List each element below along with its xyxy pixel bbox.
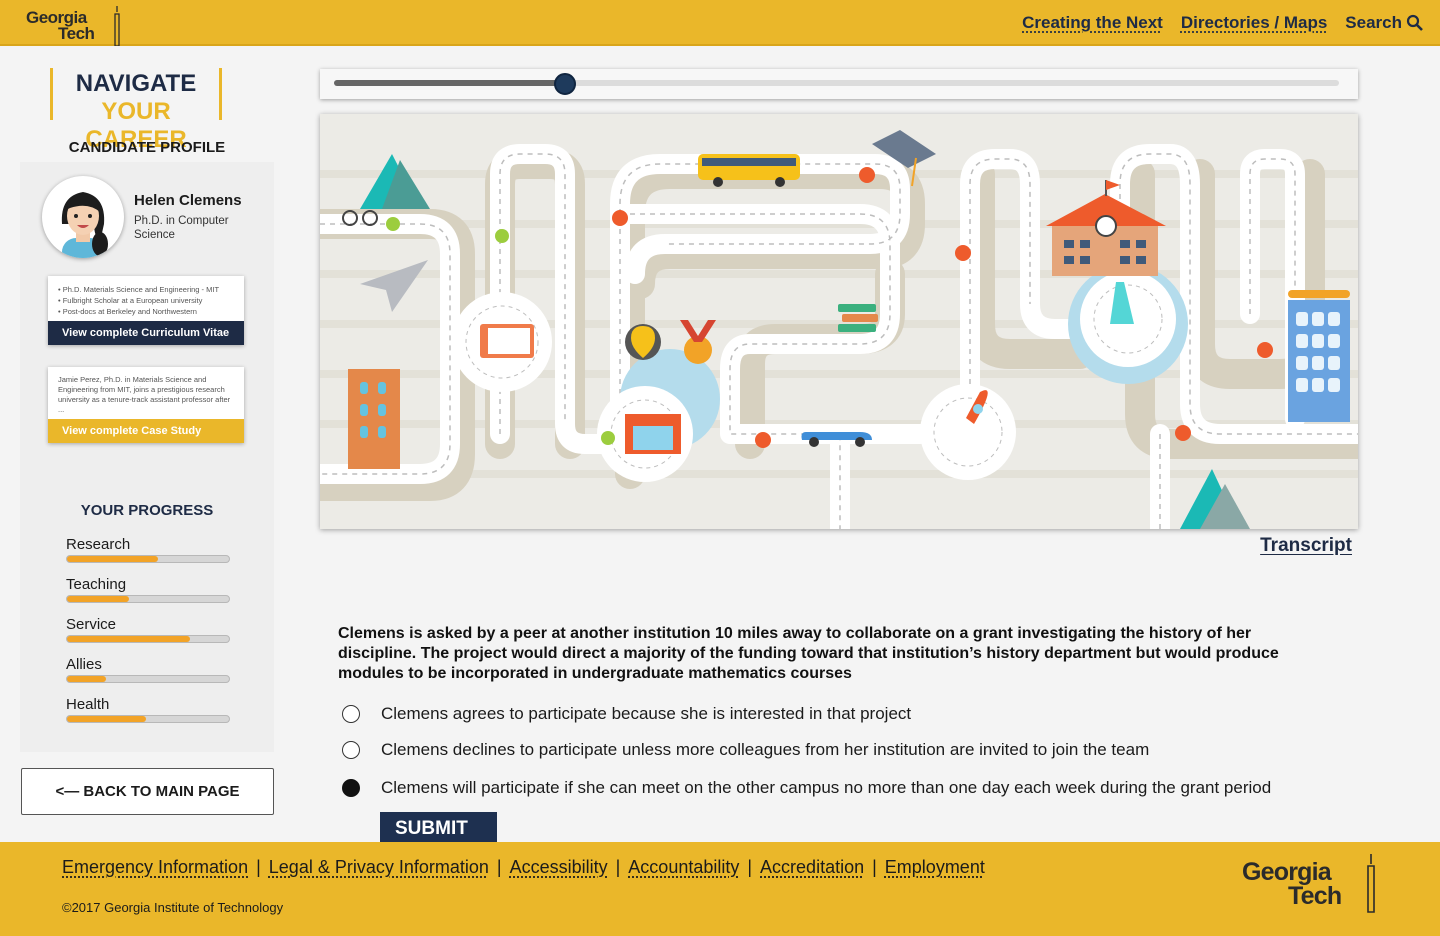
submit-button[interactable]: SUBMIT: [380, 812, 497, 842]
progress-label: Health: [66, 696, 110, 713]
logo-text-line2: Tech: [58, 24, 95, 43]
candidate-name: Helen Clemens: [134, 192, 242, 209]
progress-panel: YOUR PROGRESS Research Teaching Service …: [20, 502, 274, 752]
progress-label: Research: [66, 536, 131, 553]
answer-option[interactable]: Clemens will participate if she can meet…: [342, 778, 1271, 798]
your-progress-heading: YOUR PROGRESS: [80, 502, 214, 519]
back-to-main-page-button[interactable]: <— BACK TO MAIN PAGE: [21, 768, 274, 815]
case-study-card: Jamie Perez, Ph.D. in Materials Science …: [48, 367, 244, 443]
progress-fill: [67, 596, 129, 602]
footer-logo-line2: Tech: [1288, 882, 1342, 910]
answer-option[interactable]: Clemens declines to participate unless m…: [342, 740, 1149, 760]
progress-health: Health: [66, 696, 230, 723]
cv-bullet: • Post-docs at Berkeley and Northwestern: [58, 307, 197, 316]
progress-fill: [67, 716, 147, 722]
footer-link-accessibility[interactable]: Accessibility: [510, 857, 608, 878]
footer: Emergency Information | Legal & Privacy …: [0, 842, 1440, 936]
timeline-slider[interactable]: [320, 69, 1358, 99]
progress-bar: [66, 715, 230, 723]
nav-creating-the-next[interactable]: Creating the Next: [1022, 13, 1163, 33]
career-path-map: [320, 114, 1358, 529]
avatar: [42, 176, 124, 258]
footer-separator: |: [872, 857, 877, 877]
progress-service: Service: [66, 616, 230, 643]
footer-separator: |: [615, 857, 621, 877]
radio-button[interactable]: [342, 741, 360, 759]
nav-directories-maps[interactable]: Directories / Maps: [1181, 13, 1327, 33]
top-nav: Creating the Next Directories / Maps Sea…: [1022, 13, 1424, 33]
candidate-degree: Ph.D. in Computer Science: [134, 215, 229, 241]
footer-link-legal-privacy[interactable]: Legal & Privacy Information: [269, 857, 489, 878]
tech-tower-icon: [114, 6, 120, 46]
cv-bullet: • Ph.D. Materials Science and Engineerin…: [58, 285, 220, 294]
avatar-illustration: [61, 192, 108, 258]
cv-bullets: • Ph.D. Materials Science and Engineerin…: [48, 276, 244, 321]
cv-bullet: • Fulbright Scholar at a European univer…: [58, 296, 203, 305]
georgia-tech-logo[interactable]: Georgia Tech: [26, 6, 126, 46]
progress-label: Service: [66, 616, 117, 633]
tech-tower-icon: [1367, 854, 1375, 913]
view-cv-button[interactable]: View complete Curriculum Vitae: [48, 321, 244, 345]
progress-label: Allies: [66, 656, 102, 673]
slider-track[interactable]: [334, 73, 1339, 95]
answer-label: Clemens declines to participate unless m…: [381, 740, 1150, 759]
footer-link-employment[interactable]: Employment: [885, 857, 985, 878]
footer-links: Emergency Information | Legal & Privacy …: [62, 857, 985, 878]
footer-link-accreditation[interactable]: Accreditation: [760, 857, 864, 878]
scenario-question: Clemens is asked by a peer at another in…: [338, 625, 1279, 682]
footer-separator: |: [496, 857, 502, 877]
answer-label: Clemens will participate if she can meet…: [381, 778, 1272, 797]
footer-separator: |: [747, 857, 753, 877]
radio-button[interactable]: [342, 779, 360, 797]
candidate-profile-panel: Helen Clemens Ph.D. in Computer Science …: [20, 162, 274, 552]
slider-progress: [334, 80, 566, 86]
search-label: Search: [1345, 13, 1402, 32]
candidate-profile-heading: CANDIDATE PROFILE: [68, 139, 226, 156]
answer-option[interactable]: Clemens agrees to participate because sh…: [342, 704, 911, 724]
radio-button[interactable]: [342, 705, 360, 723]
case-study-excerpt: Jamie Perez, Ph.D. in Materials Science …: [58, 375, 231, 414]
progress-fill: [67, 556, 158, 562]
progress-bar: [66, 595, 230, 603]
view-case-study-button[interactable]: View complete Case Study: [48, 419, 244, 443]
progress-research: Research: [66, 536, 230, 563]
slider-handle[interactable]: [554, 73, 577, 95]
footer-link-accountability[interactable]: Accountability: [628, 857, 739, 878]
transcript-link[interactable]: Transcript: [1260, 535, 1352, 557]
copyright: ©2017 Georgia Institute of Technology: [62, 900, 284, 915]
footer-separator: |: [256, 857, 261, 877]
progress-bar: [66, 555, 230, 563]
progress-label: Teaching: [66, 576, 127, 593]
progress-fill: [67, 636, 191, 642]
navigate-your-career-brand: NAVIGATE YOUR CAREER: [50, 68, 222, 153]
progress-teaching: Teaching: [66, 576, 230, 603]
answer-label: Clemens agrees to participate because sh…: [381, 704, 912, 723]
top-header: Georgia Tech Creating the Next Directori…: [0, 0, 1440, 46]
footer-link-emergency[interactable]: Emergency Information: [62, 857, 248, 878]
search-button[interactable]: Search: [1345, 13, 1424, 33]
career-path-board-illustration: [320, 130, 1358, 529]
search-icon: [1406, 14, 1423, 31]
brand-line1: NAVIGATE: [75, 70, 197, 97]
progress-bar: [66, 675, 230, 683]
footer-georgia-tech-logo[interactable]: Georgia Tech: [1242, 854, 1382, 916]
cv-card: • Ph.D. Materials Science and Engineerin…: [48, 276, 244, 345]
progress-fill: [67, 676, 106, 682]
progress-allies: Allies: [66, 656, 230, 683]
progress-bar: [66, 635, 230, 643]
